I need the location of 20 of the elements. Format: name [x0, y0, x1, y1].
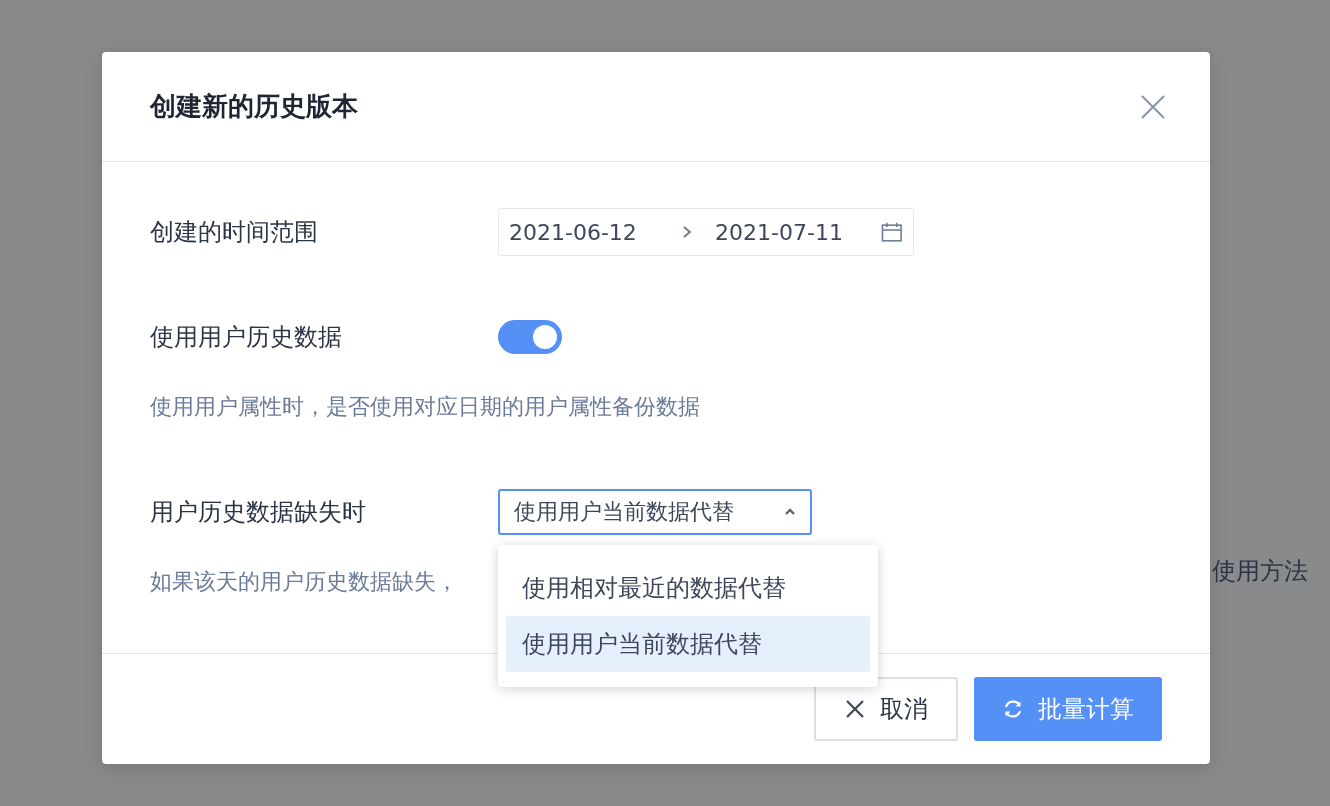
refresh-icon: [1002, 698, 1024, 720]
date-range-field[interactable]: 2021-06-12 2021-07-11: [498, 208, 914, 256]
background-text: 使用方法: [1212, 556, 1308, 587]
toggle-switch[interactable]: [498, 320, 562, 354]
caret-icon: [784, 508, 796, 516]
field-label: 创建的时间范围: [150, 217, 319, 248]
dropdown-option[interactable]: 使用相对最近的数据代替: [506, 560, 870, 616]
close-icon: [1140, 93, 1166, 120]
field-label: 用户历史数据缺失时: [150, 497, 367, 528]
cancel-button[interactable]: 取消: [814, 677, 958, 741]
field-description: 如果该天的用户历史数据缺失，: [150, 568, 458, 596]
close-button[interactable]: [1140, 93, 1166, 120]
dropdown-option[interactable]: 使用用户当前数据代替: [506, 616, 870, 672]
field-label: 使用用户历史数据: [150, 322, 343, 353]
field-description: 使用用户属性时，是否使用对应日期的用户属性备份数据: [150, 393, 701, 421]
calendar-icon: [881, 221, 903, 243]
select-field[interactable]: 使用用户当前数据代替: [498, 489, 812, 535]
chevron-right-icon: [681, 225, 694, 239]
dialog-title: 创建新的历史版本: [150, 90, 358, 123]
close-icon: [844, 698, 866, 720]
